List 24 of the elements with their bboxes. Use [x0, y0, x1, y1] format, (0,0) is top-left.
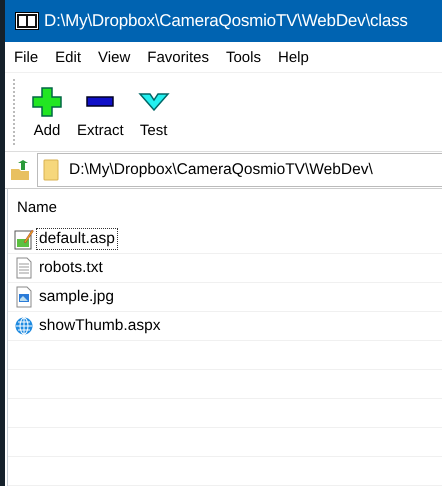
- menu-item[interactable]: File: [14, 48, 38, 66]
- column-header[interactable]: Name: [17, 198, 58, 216]
- notepad-icon: [14, 228, 34, 250]
- window-title: D:\My\Dropbox\CameraQosmioTV\WebDev\class: [44, 11, 408, 31]
- folder-up-icon[interactable]: [9, 159, 31, 181]
- menu-item[interactable]: Help: [278, 48, 309, 66]
- image-file-icon: [14, 286, 34, 308]
- menu-item[interactable]: View: [98, 48, 130, 66]
- menu-item[interactable]: Edit: [55, 48, 82, 66]
- toolbar-button[interactable]: Test: [134, 82, 174, 142]
- folder-icon: [43, 159, 59, 181]
- globe-icon: [14, 315, 34, 337]
- menu-item[interactable]: Tools: [226, 48, 261, 66]
- app-logo-icon: [16, 13, 38, 29]
- toolbar-button[interactable]: Extract: [73, 82, 128, 142]
- text-file-icon: [14, 257, 34, 279]
- toolbar-button[interactable]: Add: [27, 82, 67, 142]
- file-name[interactable]: sample.jpg: [36, 286, 117, 308]
- menu-item[interactable]: Favorites: [147, 48, 209, 66]
- plus-icon: [31, 86, 63, 118]
- address-field[interactable]: D:\My\Dropbox\CameraQosmioTV\WebDev\: [37, 153, 442, 187]
- file-name[interactable]: robots.txt: [36, 257, 106, 279]
- file-name[interactable]: default.asp: [36, 228, 118, 250]
- file-name[interactable]: showThumb.aspx: [36, 315, 164, 337]
